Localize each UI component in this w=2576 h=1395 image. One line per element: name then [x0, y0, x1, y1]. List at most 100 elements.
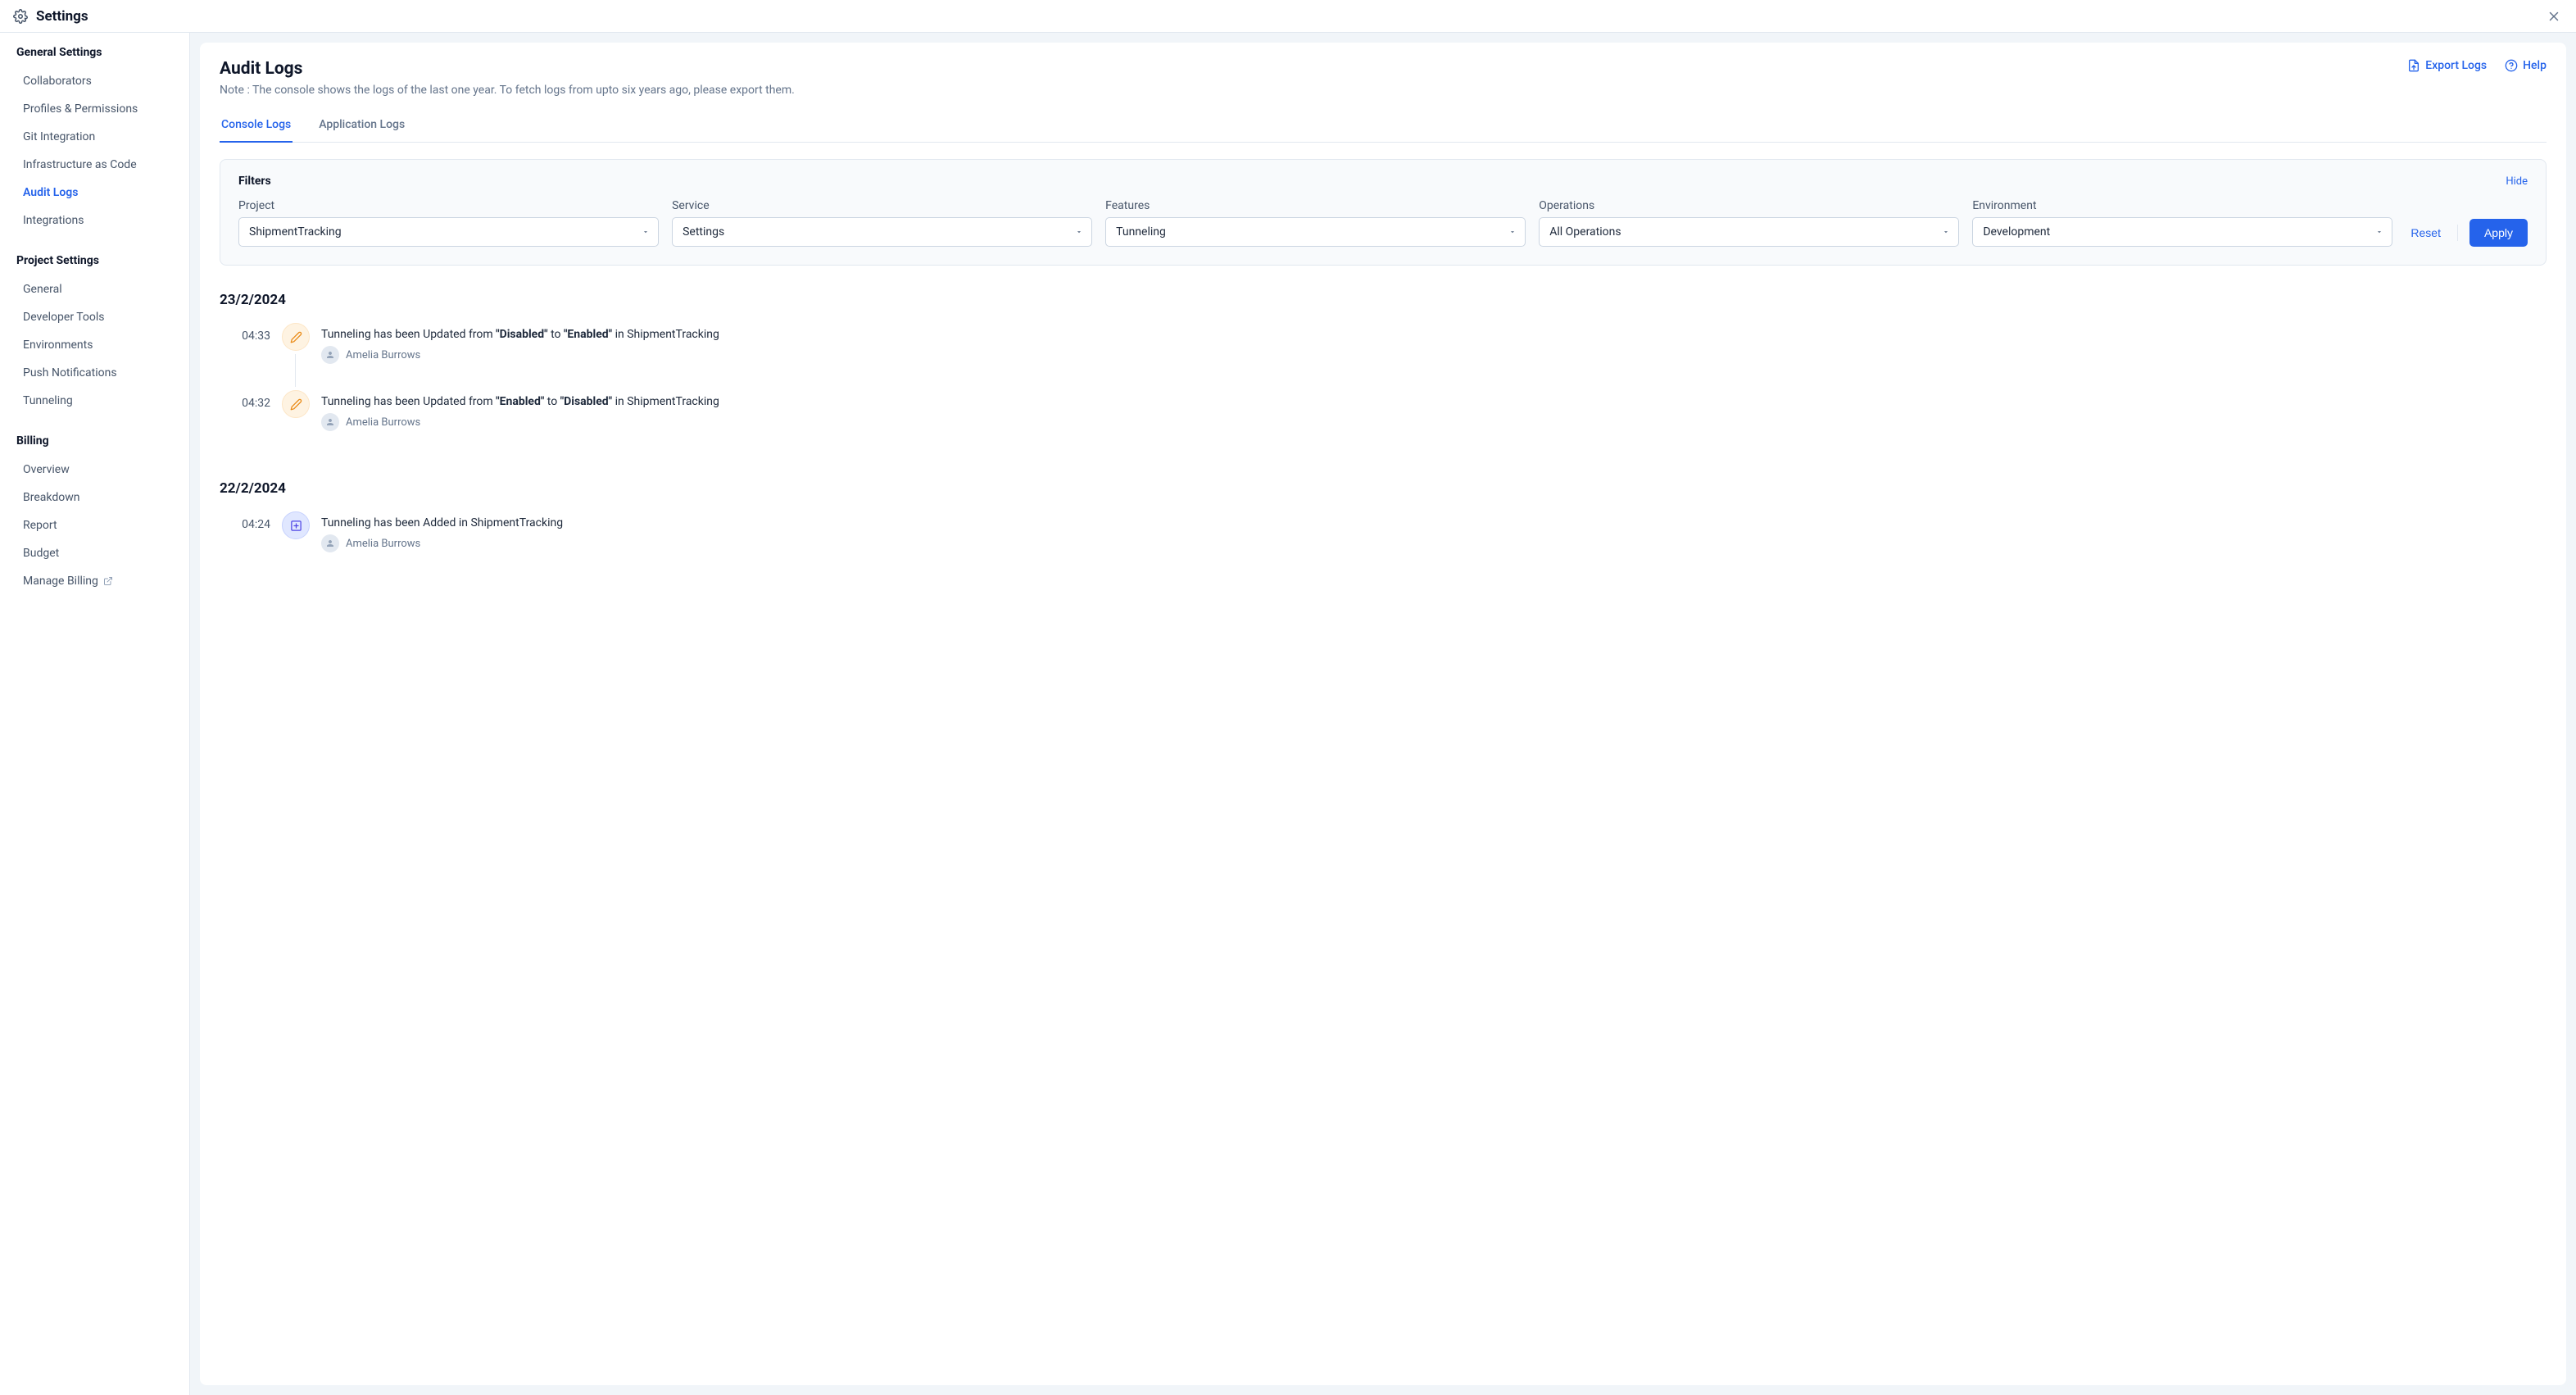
help-button[interactable]: Help — [2505, 59, 2547, 72]
sidebar-item-label: Tunneling — [23, 394, 73, 407]
filter-field-project: Project ShipmentTracking — [238, 199, 659, 247]
filter-select-environment[interactable]: Development — [1972, 217, 2392, 247]
sidebar-item-label: Report — [23, 519, 57, 532]
edit-icon — [282, 323, 310, 351]
filter-value: All Operations — [1549, 225, 1621, 239]
filters-title: Filters — [238, 175, 271, 188]
sidebar: General Settings Collaborators Profiles & … — [0, 33, 190, 1395]
log-message: Tunneling has been Updated from "Disable… — [321, 328, 2547, 341]
filter-value: Development — [1983, 225, 2050, 239]
add-icon — [282, 511, 310, 539]
sidebar-item-budget[interactable]: Budget — [16, 539, 189, 567]
filter-select-service[interactable]: Settings — [672, 217, 1092, 247]
sidebar-item-label: Audit Logs — [23, 186, 78, 199]
avatar — [321, 346, 339, 364]
sidebar-item-label: Developer Tools — [23, 311, 105, 324]
filters-card: Filters Hide ProjectShipmentTrackingServ… — [220, 159, 2547, 266]
header-title: Settings — [36, 8, 88, 25]
sidebar-item-integrations[interactable]: Integrations — [16, 207, 189, 234]
sidebar-item-label: Environments — [23, 339, 93, 352]
sidebar-item-label: Breakdown — [23, 491, 79, 504]
filter-select-operations[interactable]: All Operations — [1539, 217, 1959, 247]
filter-select-project[interactable]: ShipmentTracking — [238, 217, 659, 247]
tab-bar: Console Logs Application Logs — [220, 111, 2547, 143]
log-time: 04:32 — [229, 390, 270, 410]
sidebar-item-collaborators[interactable]: Collaborators — [16, 67, 189, 95]
log-time: 04:24 — [229, 511, 270, 531]
sidebar-section-title: Project Settings — [16, 254, 189, 267]
chevron-down-icon — [1942, 228, 1950, 236]
app-header: Settings — [0, 0, 2576, 33]
log-entry: 04:24Tunneling has been Added in Shipmen… — [220, 511, 2547, 579]
sidebar-item-report[interactable]: Report — [16, 511, 189, 539]
sidebar-item-git-integration[interactable]: Git Integration — [16, 123, 189, 151]
chevron-down-icon — [2375, 228, 2383, 236]
chevron-down-icon — [1508, 228, 1517, 236]
sidebar-section: Billing Overview Breakdown Report BudgetMana… — [16, 434, 189, 595]
divider — [2457, 225, 2458, 241]
log-group: 23/2/2024 04:33 Tunneling has been Updated… — [220, 292, 2547, 457]
sidebar-section-title: Billing — [16, 434, 189, 448]
page-note: Note : The console shows the logs of the… — [220, 84, 795, 97]
sidebar-item-push-notifications[interactable]: Push Notifications — [16, 359, 189, 387]
help-label: Help — [2523, 59, 2547, 72]
chevron-down-icon — [642, 228, 650, 236]
filter-field-features: Features Tunneling — [1105, 199, 1526, 247]
sidebar-item-environments[interactable]: Environments — [16, 331, 189, 359]
filter-field-operations: Operations All Operations — [1539, 199, 1959, 247]
sidebar-item-label: Profiles & Permissions — [23, 102, 138, 116]
page-actions: Export Logs Help — [2407, 59, 2547, 72]
filter-value: Settings — [683, 225, 724, 239]
filter-label: Operations — [1539, 199, 1959, 212]
log-connector — [295, 354, 296, 387]
log-user: Amelia Burrows — [321, 534, 2547, 552]
avatar — [321, 534, 339, 552]
sidebar-item-label: General — [23, 283, 62, 296]
sidebar-section-title: General Settings — [16, 46, 189, 59]
export-icon — [2407, 59, 2420, 72]
content-area: Audit Logs Note : The console shows the … — [190, 33, 2576, 1395]
sidebar-item-breakdown[interactable]: Breakdown — [16, 484, 189, 511]
filters-hide-button[interactable]: Hide — [2506, 175, 2528, 188]
chevron-down-icon — [1075, 228, 1083, 236]
tab-console-logs[interactable]: Console Logs — [220, 111, 293, 143]
sidebar-item-general[interactable]: General — [16, 275, 189, 303]
log-body: Tunneling has been Updated from "Enabled… — [321, 390, 2547, 431]
sidebar-item-overview[interactable]: Overview — [16, 456, 189, 484]
sidebar-item-manage-billing[interactable]: Manage Billing — [16, 567, 189, 595]
log-date: 23/2/2024 — [220, 292, 2547, 308]
filter-select-features[interactable]: Tunneling — [1105, 217, 1526, 247]
log-time: 04:33 — [229, 323, 270, 343]
filter-label: Project — [238, 199, 659, 212]
close-icon[interactable] — [2547, 9, 2561, 24]
apply-button[interactable]: Apply — [2469, 219, 2528, 247]
tab-application-logs[interactable]: Application Logs — [317, 111, 406, 143]
avatar — [321, 413, 339, 431]
sidebar-item-profiles-permissions[interactable]: Profiles & Permissions — [16, 95, 189, 123]
sidebar-item-tunneling[interactable]: Tunneling — [16, 387, 189, 415]
reset-button[interactable]: Reset — [2406, 220, 2446, 246]
sidebar-item-label: Push Notifications — [23, 366, 117, 379]
sidebar-item-label: Infrastructure as Code — [23, 158, 137, 171]
log-body: Tunneling has been Updated from "Disable… — [321, 323, 2547, 364]
log-user: Amelia Burrows — [321, 413, 2547, 431]
log-list: 23/2/2024 04:33 Tunneling has been Updated… — [220, 292, 2547, 579]
sidebar-item-audit-logs[interactable]: Audit Logs — [16, 179, 189, 207]
sidebar-section: General Settings Collaborators Profiles & … — [16, 46, 189, 234]
log-user-name: Amelia Burrows — [346, 349, 420, 361]
edit-icon — [282, 390, 310, 418]
header-left: Settings — [13, 8, 88, 25]
filter-value: ShipmentTracking — [249, 225, 342, 239]
filter-field-environment: EnvironmentDevelopment — [1972, 199, 2392, 247]
filter-label: Features — [1105, 199, 1526, 212]
log-user: Amelia Burrows — [321, 346, 2547, 364]
page-title: Audit Logs — [220, 59, 795, 79]
export-logs-button[interactable]: Export Logs — [2407, 59, 2487, 72]
export-logs-label: Export Logs — [2425, 59, 2487, 72]
sidebar-item-developer-tools[interactable]: Developer Tools — [16, 303, 189, 331]
sidebar-item-infrastructure-as-code[interactable]: Infrastructure as Code — [16, 151, 189, 179]
sidebar-section: Project Settings General Developer Tools En… — [16, 254, 189, 415]
external-link-icon — [103, 576, 113, 586]
filter-buttons: Reset Apply — [2406, 219, 2528, 247]
log-entry: 04:33 Tunneling has been Updated from "Di… — [220, 323, 2547, 390]
